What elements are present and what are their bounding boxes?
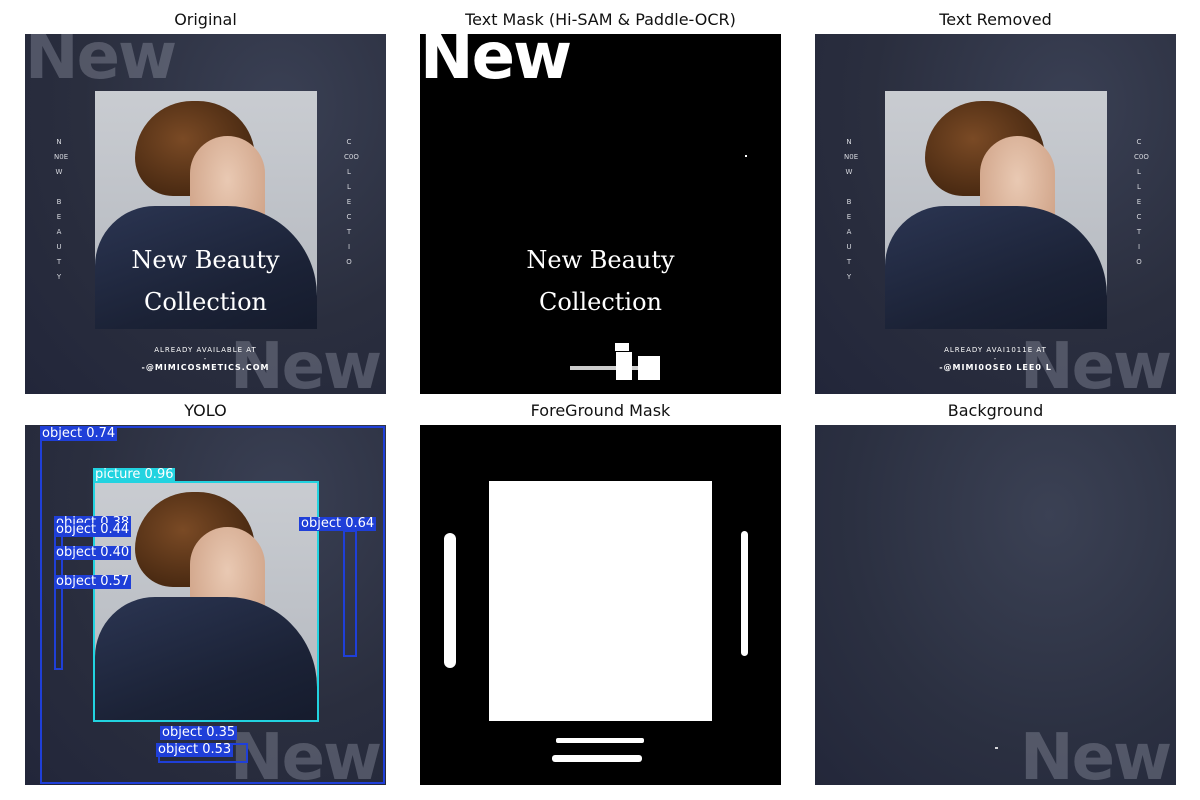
label-object-040: object 0.40 (54, 545, 132, 560)
text-removed-image: New ALREADY AVAI1011E AT - -@MIMI0OSE0 L… (815, 34, 1176, 394)
mask-site-line (552, 755, 642, 762)
headline-line-1: New Beauty (131, 246, 280, 274)
title-text-mask: Text Mask (Hi-SAM & Paddle-OCR) (465, 10, 736, 29)
box-object-left-column (54, 520, 63, 670)
removed-available-text: ALREADY AVAI1011E AT (944, 346, 1047, 354)
mask-right-column (741, 531, 748, 656)
label-object-044: object 0.44 (54, 522, 132, 537)
big-new-top: New (25, 34, 177, 94)
label-object-053: object 0.53 (156, 742, 234, 757)
mask-left-column (444, 533, 456, 668)
mask-headline-2: Collection (538, 288, 663, 316)
mask-headline-1: New Beauty (526, 246, 675, 274)
background-image: New (815, 425, 1176, 785)
yolo-image: New object 0.74 picture 0.96 object 0.38… (25, 425, 386, 785)
headline-line-2: Collection (143, 288, 268, 316)
available-text: ALREADY AVAILABLE AT (154, 346, 257, 354)
panel-text-removed: New ALREADY AVAI1011E AT - -@MIMI0OSE0 L… (815, 34, 1176, 394)
original-image: New New New Beauty Collection ALREADY AV… (25, 34, 386, 394)
removed-right-vertical: C C0O L L E C T I O (1134, 138, 1149, 266)
mask-big-new: New (420, 34, 572, 94)
panel-yolo: New object 0.74 picture 0.96 object 0.38… (25, 425, 386, 785)
mask-picture-region (489, 481, 712, 721)
left-vertical-text: N N0E W BEAUTY (54, 138, 69, 281)
title-yolo: YOLO (184, 401, 227, 420)
text-mask-image: New New Beauty Collection (420, 34, 781, 394)
removed-site-text: -@MIMI0OSE0 LEE0 L (939, 363, 1052, 372)
title-original: Original (174, 10, 237, 29)
panel-foreground (420, 425, 781, 785)
label-picture-096: picture 0.96 (93, 467, 176, 482)
background-big-new: New (1020, 721, 1172, 785)
removed-dash: - (993, 355, 998, 363)
removed-portrait (885, 91, 1107, 329)
panel-text-mask: New New Beauty Collection (420, 34, 781, 394)
label-object-057: object 0.57 (54, 574, 132, 589)
label-object-035: object 0.35 (160, 725, 238, 740)
right-vertical-text: C C0O L L E C T I O (344, 138, 359, 266)
label-object-074: object 0.74 (40, 426, 118, 441)
dash-text: - (203, 355, 208, 363)
foreground-mask-image (420, 425, 781, 785)
panel-background: New (815, 425, 1176, 785)
removed-left-vertical: N N0E W BEAUTY (844, 138, 859, 281)
title-text-removed: Text Removed (939, 10, 1052, 29)
title-foreground: ForeGround Mask (530, 401, 671, 420)
panel-original: New New New Beauty Collection ALREADY AV… (25, 34, 386, 394)
mask-available-line (556, 738, 644, 743)
box-object-064 (343, 530, 357, 657)
label-object-064: object 0.64 (299, 516, 377, 531)
title-background: Background (947, 401, 1044, 420)
site-text: -@MIMICOSMETICS.COM (141, 363, 270, 372)
